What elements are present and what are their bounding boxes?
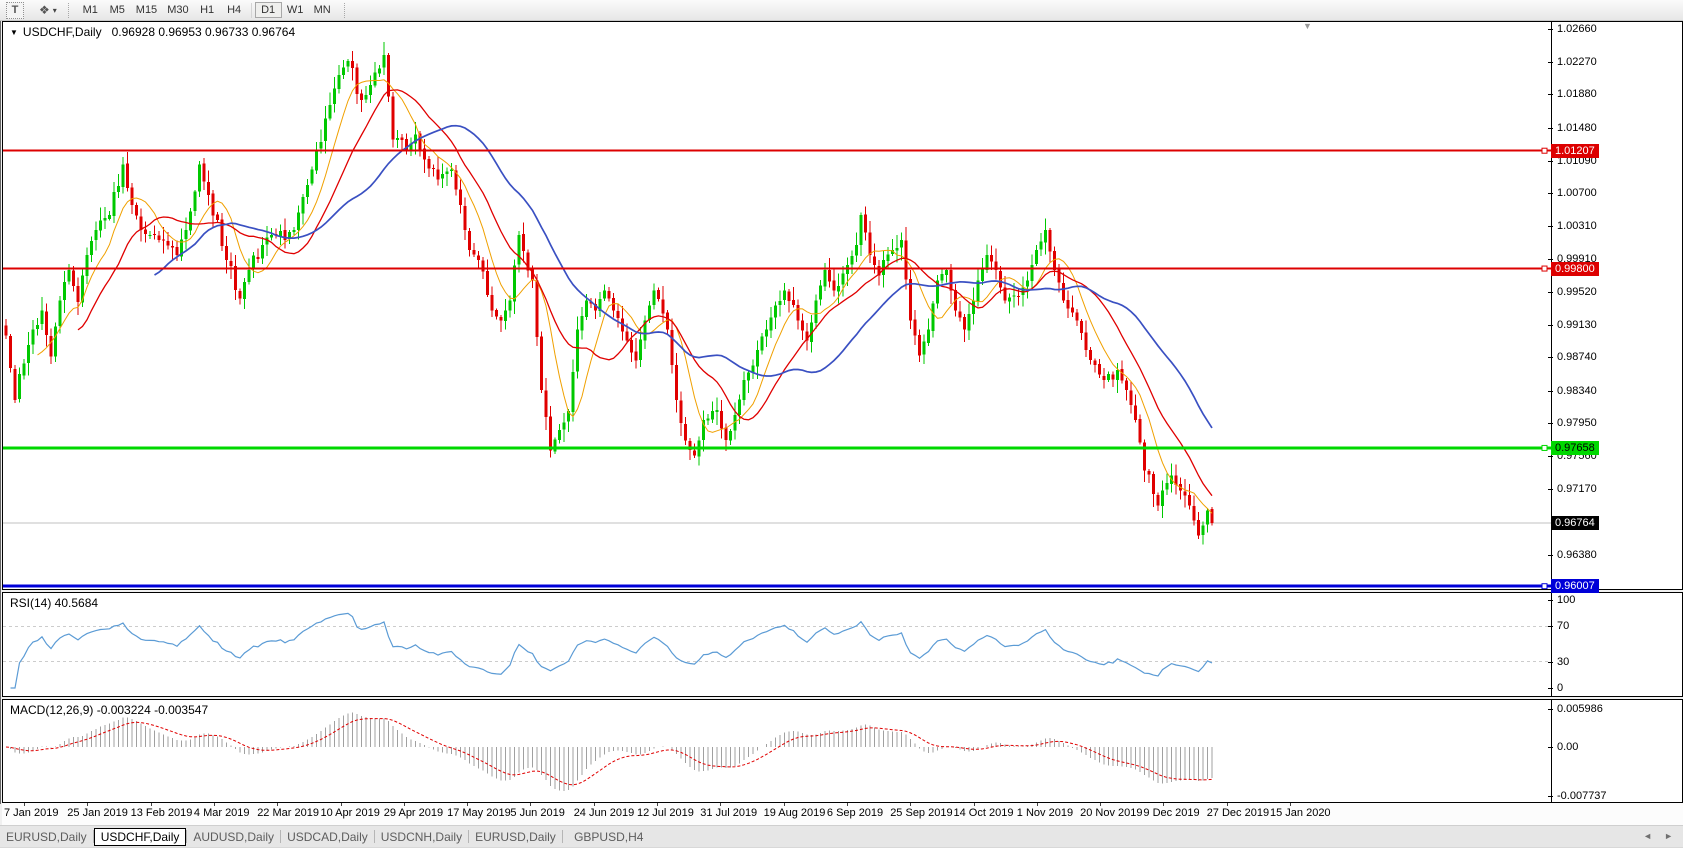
timeframe-button-h1[interactable]: H1: [194, 2, 221, 18]
rsi-label: RSI(14) 40.5684: [10, 596, 98, 610]
chart-shift-marker-icon[interactable]: ▼: [1303, 22, 1312, 31]
main-chart-canvas[interactable]: [3, 22, 1682, 589]
toolbar-grip-separator: [344, 3, 345, 18]
tab-scroll-right-icon[interactable]: ►: [1664, 831, 1673, 841]
tab-scroll-buttons: ◄ ►: [1643, 831, 1673, 841]
chart-title: USDCHF,Daily: [23, 25, 102, 39]
timeframe-buttons: M1M5M15M30H1H4 D1W1MN: [77, 0, 336, 21]
macd-label: MACD(12,26,9) -0.003224 -0.003547: [10, 703, 208, 717]
chart-ohlc-values: 0.96928 0.96953 0.96733 0.96764: [112, 25, 296, 39]
timeframe-button-w1[interactable]: W1: [282, 2, 309, 18]
window-left-edge: [0, 21, 1, 804]
macd-panel: MACD(12,26,9) -0.003224 -0.003547: [2, 699, 1683, 803]
timeframe-group-separator: [251, 3, 252, 18]
toolbar: T ❖ ▾ M1M5M15M30H1H4 D1W1MN: [0, 0, 1683, 21]
timeframe-button-d1[interactable]: D1: [255, 2, 282, 18]
arrows-tool-button[interactable]: ❖ ▾: [36, 2, 60, 19]
arrows-icon: ❖: [39, 4, 50, 16]
tab-eurusd-daily-0[interactable]: EURUSD,Daily: [0, 828, 93, 846]
rsi-panel: RSI(14) 40.5684: [2, 592, 1683, 697]
macd-canvas[interactable]: [3, 700, 1682, 802]
rsi-canvas[interactable]: [3, 593, 1682, 696]
collapse-triangle-icon[interactable]: ▼: [10, 28, 18, 37]
tab-audusd-daily-2[interactable]: AUDUSD,Daily: [187, 828, 280, 846]
timeframe-button-m30[interactable]: M30: [162, 2, 193, 18]
chart-tab-bar: EURUSD,DailyUSDCHF,DailyAUDUSD,DailyUSDC…: [0, 825, 1683, 847]
main-chart-panel: ▼ USDCHF,Daily 0.96928 0.96953 0.96733 0…: [2, 21, 1683, 590]
timeframe-button-h4[interactable]: H4: [221, 2, 248, 18]
timeframe-button-m5[interactable]: M5: [104, 2, 131, 18]
text-label-tool-button[interactable]: T: [6, 2, 24, 19]
date-axis[interactable]: [2, 803, 1683, 825]
dropdown-caret-icon: ▾: [53, 6, 57, 15]
timeframe-button-m15[interactable]: M15: [131, 2, 162, 18]
chart-header: ▼ USDCHF,Daily 0.96928 0.96953 0.96733 0…: [10, 25, 295, 39]
text-tool-icon: T: [12, 4, 19, 16]
toolbar-grip-separator: [68, 3, 69, 18]
tab-usdchf-daily-1[interactable]: USDCHF,Daily: [94, 828, 187, 846]
timeframe-button-mn[interactable]: MN: [309, 2, 336, 18]
chart-tabs: EURUSD,DailyUSDCHF,DailyAUDUSD,DailyUSDC…: [0, 826, 655, 848]
tab-eurusd-daily-5[interactable]: EURUSD,Daily: [469, 828, 562, 846]
tab-usdcnh-daily-4[interactable]: USDCNH,Daily: [375, 828, 468, 846]
tab-usdcad-daily-3[interactable]: USDCAD,Daily: [281, 828, 374, 846]
timeframe-button-m1[interactable]: M1: [77, 2, 104, 18]
mt4-window: T ❖ ▾ M1M5M15M30H1H4 D1W1MN ▼ USDCHF,Dail…: [0, 0, 1683, 847]
tab-gbpusd-h4-6[interactable]: GBPUSD,H4: [563, 828, 655, 846]
tab-scroll-left-icon[interactable]: ◄: [1643, 831, 1652, 841]
